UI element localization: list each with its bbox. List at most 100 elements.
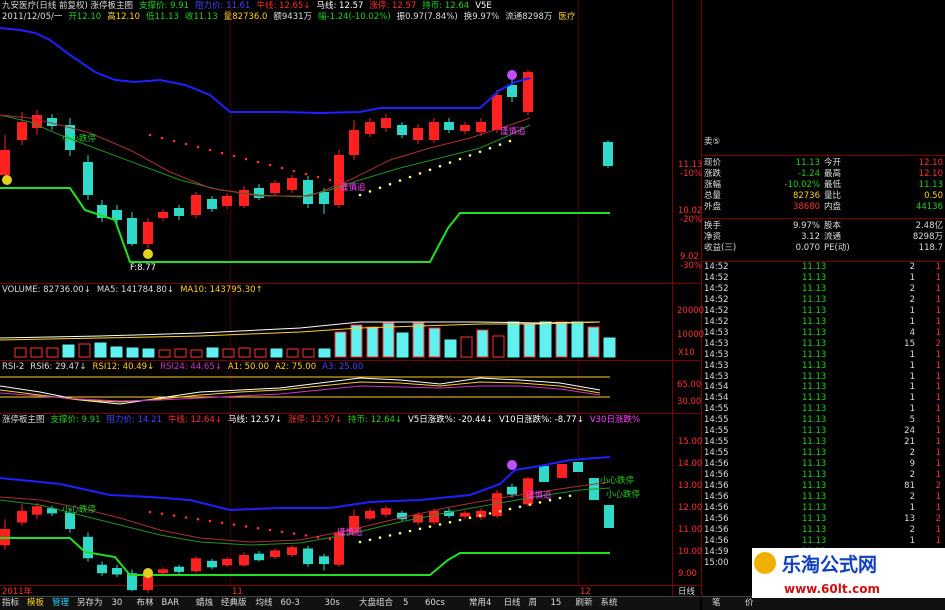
tick-row[interactable]: 14:56 11.13 81 2: [702, 481, 945, 492]
bottom-tab[interactable]: 15: [551, 597, 562, 609]
tick-price: 11.13: [802, 481, 827, 491]
tick-count: 1: [935, 272, 941, 283]
volume-bar: [14, 347, 27, 358]
tick-price: 11.13: [802, 305, 827, 316]
lower-stop-dot: [316, 535, 320, 539]
tick-row[interactable]: 14:55 11.13 1 1: [702, 404, 945, 415]
tick-row[interactable]: 14:55 11.13 5 1: [702, 415, 945, 426]
tick-row[interactable]: 14:52 11.13 1 1: [702, 317, 945, 328]
bottom-tab[interactable]: 另存为: [77, 597, 103, 609]
candle-body: [191, 195, 201, 215]
tick-count: 1: [935, 448, 941, 459]
quote-row: 净资 3.12 流通 8298万: [702, 232, 945, 243]
tick-row[interactable]: 14:56 11.13 2 1: [702, 525, 945, 536]
bottom-tab[interactable]: 管理: [52, 597, 69, 609]
lower-stop-dot: [244, 525, 248, 528]
bottom-tab[interactable]: BAR: [162, 597, 180, 609]
status-right-1[interactable]: 笔: [712, 598, 721, 608]
tick-row[interactable]: 14:52 11.13 2 1: [702, 295, 945, 306]
stop-dot: [304, 172, 308, 176]
lower-stop-dot: [172, 514, 176, 517]
quote-value-2: 11.13: [918, 179, 943, 190]
stop-dot: [172, 139, 176, 143]
lower-label-8: V10日涨跌%: -8.77↓: [498, 415, 584, 425]
quote-value: 11.13: [795, 158, 820, 168]
volume-bar: [30, 347, 43, 358]
tick-price: 11.13: [802, 360, 827, 371]
quote-label-2: PE(动): [824, 242, 850, 253]
tick-row[interactable]: 14:53 11.13 4 1: [702, 328, 945, 339]
tick-row[interactable]: 14:53 11.13 1 1: [702, 372, 945, 383]
tick-row[interactable]: 14:53 11.13 15 2: [702, 339, 945, 350]
tick-row[interactable]: 14:55 11.13 24 1: [702, 426, 945, 437]
tick-row[interactable]: 14:53 11.13 1 1: [702, 361, 945, 372]
tick-row[interactable]: 14:54 11.13 1 1: [702, 393, 945, 404]
tick-row[interactable]: 14:56 11.13 2 1: [702, 470, 945, 481]
bottom-tab-bar: [0, 596, 700, 610]
tick-count: 1: [935, 470, 941, 481]
bottom-tab[interactable]: 蜡烛: [196, 597, 213, 609]
tick-time: 14:52: [704, 305, 729, 316]
lower-candle-body: [319, 556, 329, 565]
tick-volume: 1: [909, 502, 915, 513]
lower-candle-body: [17, 510, 27, 523]
trail-dot: [398, 179, 402, 182]
bottom-tab[interactable]: 布林: [137, 597, 154, 609]
tick-volume: 1: [909, 316, 915, 327]
tick-time: 14:56: [704, 470, 729, 481]
quote-divider-mid: [702, 218, 945, 219]
tick-time: 14:56: [704, 459, 729, 470]
stop-dot: [220, 151, 224, 155]
volume-bar: [318, 348, 331, 358]
volume-bar: [412, 322, 425, 358]
bottom-tab[interactable]: 模板: [27, 597, 44, 609]
tick-row[interactable]: 14:52 11.13 2 1: [702, 262, 945, 273]
lower-trail-dot: [558, 496, 562, 500]
bottom-tab[interactable]: 5: [403, 597, 408, 609]
bottom-tab[interactable]: 指标: [2, 597, 19, 609]
quote-row: 总量 82736 量比 0.50: [702, 191, 945, 202]
bottom-tab[interactable]: 系统: [601, 597, 618, 609]
bottom-tab[interactable]: 60-3: [281, 597, 300, 609]
tick-row[interactable]: 14:56 11.13 2 1: [702, 492, 945, 503]
stop-dot: [160, 136, 164, 140]
tick-volume: 1: [909, 393, 915, 404]
rsi-label-6: A3: 25.00: [322, 362, 364, 372]
bottom-tab[interactable]: 均线: [256, 597, 273, 609]
tick-row[interactable]: 14:55 11.13 21 1: [702, 437, 945, 448]
tick-row[interactable]: 14:52 11.13 1 1: [702, 306, 945, 317]
candle-body: [444, 122, 454, 130]
tick-row[interactable]: 14:56 11.13 13 2: [702, 514, 945, 525]
bottom-tab[interactable]: 常用4: [469, 597, 491, 609]
bottom-tab[interactable]: 大盘组合: [359, 597, 393, 609]
tick-volume: 4: [909, 327, 915, 338]
bottom-tab[interactable]: 30s: [325, 597, 340, 609]
lower-trail-dot: [418, 527, 422, 531]
bottom-tab[interactable]: 经典版: [221, 597, 247, 609]
tick-row[interactable]: 14:54 11.13 1 1: [702, 382, 945, 393]
tick-row[interactable]: 14:53 11.13 1 1: [702, 350, 945, 361]
bottom-tab[interactable]: 刷新: [576, 597, 593, 609]
bottom-tab[interactable]: 30: [112, 597, 123, 609]
bottom-tab[interactable]: 60cs: [425, 597, 445, 609]
tick-row[interactable]: 14:55 11.13 2 1: [702, 448, 945, 459]
volume-bar: [254, 348, 267, 358]
lower-candle-body: [191, 558, 201, 572]
tick-row[interactable]: 14:52 11.13 1 1: [702, 273, 945, 284]
candle-body: [334, 155, 344, 205]
tick-row[interactable]: 14:56 11.13 9 1: [702, 459, 945, 470]
tick-count: 2: [935, 513, 941, 524]
tick-volume: 2: [909, 470, 915, 481]
tick-row[interactable]: 14:56 11.13 1 1: [702, 503, 945, 514]
watermark-title: 乐淘公式网: [782, 554, 878, 576]
tick-row[interactable]: 14:56 11.13 1 1: [702, 536, 945, 547]
lower-trail-dot: [378, 536, 382, 539]
bottom-tab[interactable]: 日线: [504, 597, 521, 609]
tick-row[interactable]: 14:52 11.13 2 1: [702, 284, 945, 295]
bottom-tab[interactable]: 周: [529, 597, 538, 609]
quote-value: -1.24: [798, 168, 820, 179]
status-right-2[interactable]: 价: [745, 598, 754, 608]
candle-body: [0, 150, 10, 175]
tick-volume: 81: [904, 481, 915, 491]
lower-candle-body: [539, 466, 549, 482]
